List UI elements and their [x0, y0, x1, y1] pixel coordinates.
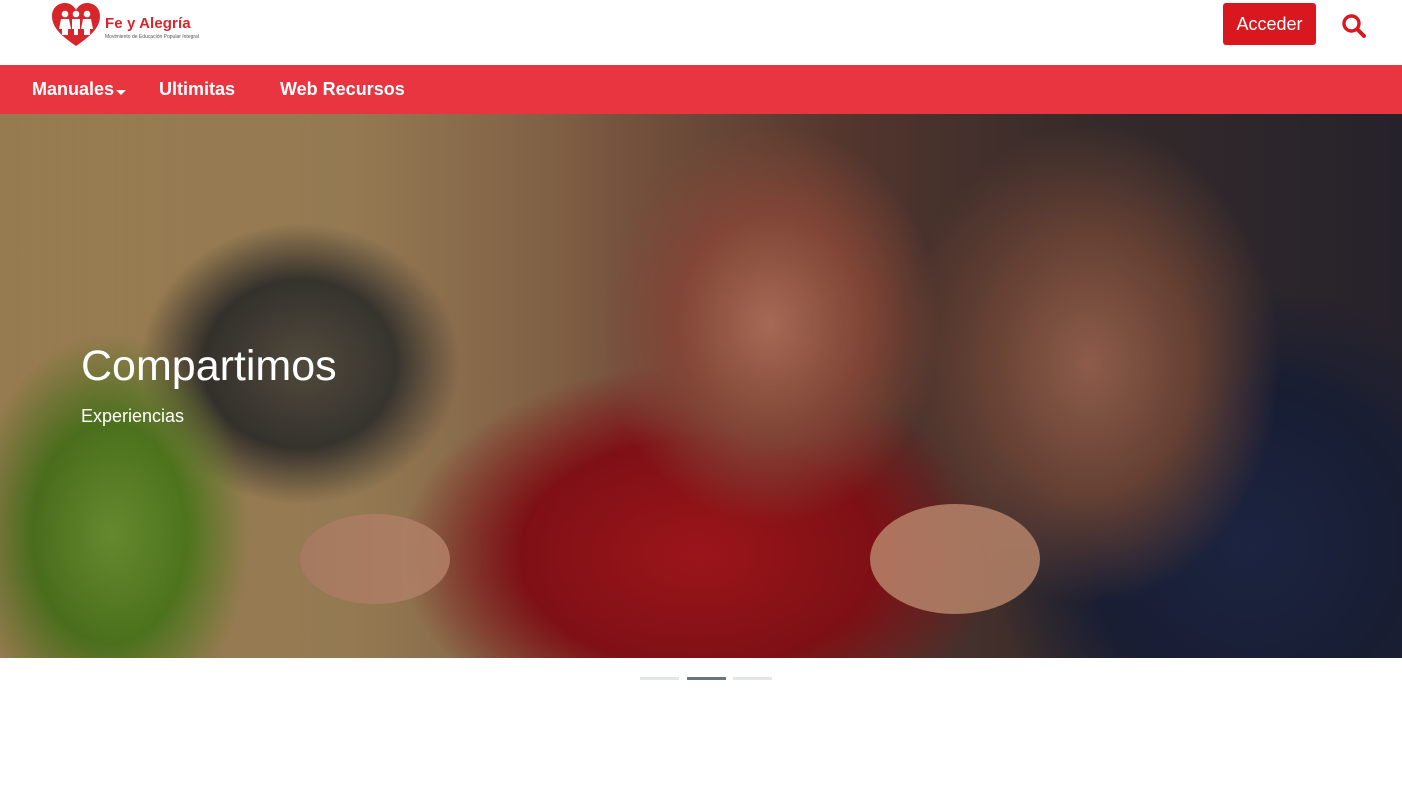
carousel-indicator-1[interactable] [640, 677, 679, 680]
nav-item-label: Ultimitas [159, 79, 236, 99]
nav-item-ultimitas[interactable]: Ultimitas [159, 65, 235, 114]
caret-down-icon [116, 90, 127, 95]
main-nav: Manuales Ultimitas Web Recursos [0, 65, 1402, 114]
nav-item-label: Manuales [32, 79, 115, 99]
heart-logo-icon [52, 3, 100, 46]
search-button[interactable] [1340, 12, 1368, 40]
hero-carousel[interactable]: Compartimos Experiencias [0, 114, 1402, 658]
carousel-indicator-2[interactable] [687, 677, 726, 680]
login-button[interactable]: Acceder [1223, 3, 1316, 45]
slide-title: Compartimos [81, 342, 337, 390]
nav-item-label: Web Recursos [280, 79, 405, 99]
nav-item-manuales[interactable]: Manuales [32, 65, 127, 114]
carousel-indicator-3[interactable] [733, 677, 772, 680]
search-icon [1342, 14, 1366, 38]
site-header: Fe y Alegría Movimiento de Educación Pop… [0, 0, 1402, 65]
brand-name: Fe y Alegría [105, 15, 191, 32]
brand-tagline: Movimiento de Educación Popular Integral [105, 34, 199, 40]
slide-subtitle: Experiencias [81, 406, 185, 426]
nav-item-web-recursos[interactable]: Web Recursos [280, 65, 405, 114]
logo[interactable]: Fe y Alegría Movimiento de Educación Pop… [52, 3, 212, 49]
